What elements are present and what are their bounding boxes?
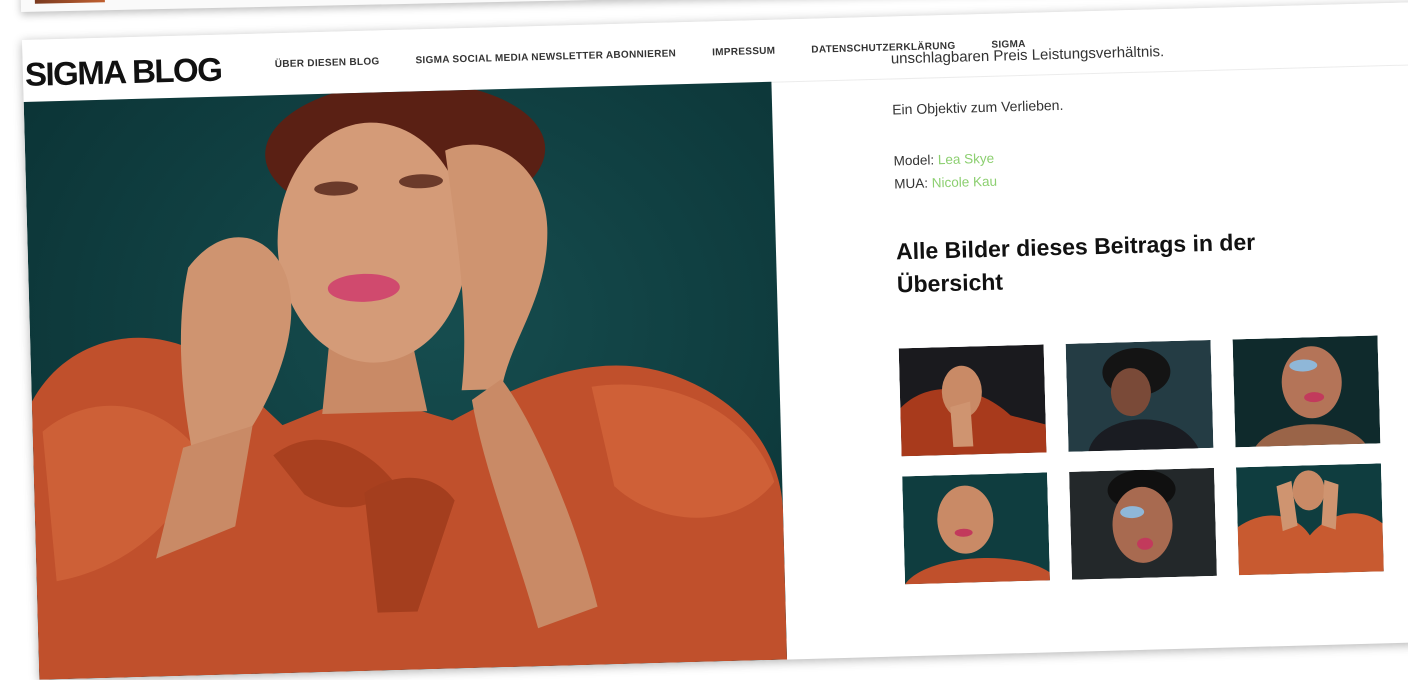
nav-impressum[interactable]: IMPRESSUM — [712, 46, 776, 59]
model-link[interactable]: Lea Skye — [938, 151, 995, 168]
gallery-thumbnail[interactable] — [1069, 467, 1217, 580]
blog-screenshot-card: SIGMA BLOG ÜBER DIESEN BLOG SIGMA SOCIAL… — [22, 1, 1408, 680]
portrait-thumbnail-icon — [1069, 467, 1217, 580]
nav-about-blog[interactable]: ÜBER DIESEN BLOG — [275, 56, 380, 70]
article-text-love: Ein Objektiv zum Verlieben. — [891, 96, 1064, 118]
thumbnail-gallery — [898, 335, 1385, 585]
gallery-thumbnail[interactable] — [902, 472, 1050, 585]
credit-mua-label: MUA: — [894, 175, 932, 192]
portrait-thumbnail-icon — [902, 472, 1050, 585]
gallery-thumbnail[interactable] — [1236, 463, 1384, 576]
portrait-thumbnail-icon — [1232, 335, 1381, 448]
nav-newsletter[interactable]: SIGMA SOCIAL MEDIA NEWSLETTER ABONNIEREN — [415, 48, 676, 66]
hero-image — [23, 81, 788, 680]
overview-heading: Alle Bilder dieses Beitrags in der Übers… — [895, 228, 1256, 298]
previous-image-strip — [34, 0, 105, 4]
photo-credits: Model: Lea Skye MUA: Nicole Kau — [893, 135, 1408, 195]
gallery-thumbnail[interactable] — [1232, 335, 1381, 448]
portrait-thumbnail-icon — [1236, 463, 1384, 576]
site-logo[interactable]: SIGMA BLOG — [24, 51, 221, 94]
portrait-thumbnail-icon — [1065, 339, 1214, 452]
mua-link[interactable]: Nicole Kau — [932, 174, 998, 191]
portrait-thumbnail-icon — [898, 344, 1047, 457]
portrait-photo-icon — [31, 81, 788, 680]
gallery-thumbnail[interactable] — [898, 344, 1047, 457]
credit-model-label: Model: — [893, 152, 939, 169]
gallery-thumbnail[interactable] — [1065, 339, 1214, 452]
article-column: unschlagbaren Preis Leistungsverhältnis.… — [891, 36, 1408, 301]
